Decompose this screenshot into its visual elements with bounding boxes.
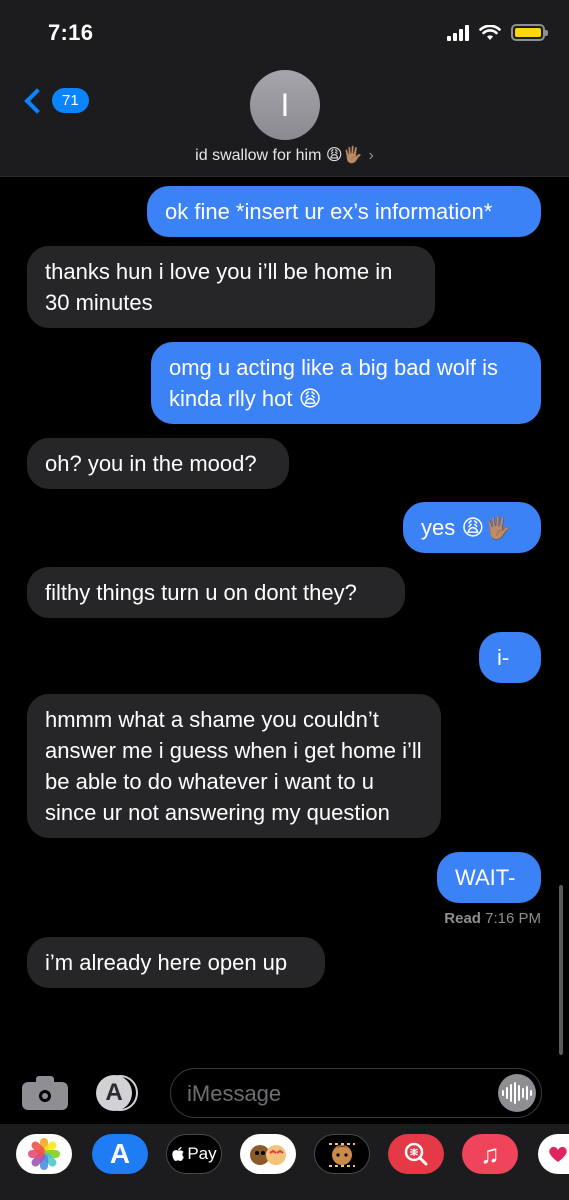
status-time: 7:16 — [48, 20, 94, 45]
apple-logo-icon — [172, 1147, 185, 1161]
unread-count-badge: 71 — [52, 88, 89, 113]
animoji-app-icon[interactable] — [314, 1134, 370, 1174]
app-store-app-icon[interactable]: A — [92, 1134, 148, 1174]
battery-icon — [511, 24, 548, 41]
conversation-header: 7:16 71 I id swallow for him 😩🖐🏽 › — [0, 0, 569, 177]
wifi-icon — [479, 24, 501, 40]
imessage-field[interactable] — [170, 1068, 542, 1118]
camera-icon[interactable] — [22, 1076, 68, 1110]
scrollbar[interactable] — [559, 885, 563, 1055]
music-app-icon[interactable]: ♫ — [462, 1134, 518, 1174]
outgoing-message[interactable]: yes 😩🖐🏽 — [403, 502, 541, 553]
outgoing-message[interactable]: i- — [479, 632, 541, 683]
incoming-message[interactable]: i’m already here open up — [27, 937, 325, 988]
read-time: 7:16 PM — [485, 910, 541, 927]
photos-app-icon[interactable] — [16, 1134, 72, 1174]
incoming-message[interactable]: filthy things turn u on dont they? — [27, 567, 405, 618]
outgoing-message[interactable]: omg u acting like a big bad wolf is kind… — [151, 342, 541, 424]
contact-name: id swallow for him 😩🖐🏽 — [195, 147, 363, 164]
incoming-message[interactable]: thanks hun i love you i’ll be home in 30… — [27, 246, 435, 328]
status-icons — [447, 24, 548, 41]
apple-pay-label: Pay — [187, 1144, 217, 1163]
app-store-icon[interactable]: A — [96, 1073, 144, 1113]
digital-touch-app-icon[interactable] — [538, 1134, 569, 1174]
outgoing-message[interactable]: WAIT- — [437, 852, 541, 903]
incoming-message[interactable]: hmmm what a shame you couldn’t answer me… — [27, 694, 441, 838]
incoming-message[interactable]: oh? you in the mood? — [27, 438, 289, 489]
message-input[interactable] — [187, 1079, 487, 1109]
read-label: Read — [444, 910, 481, 927]
back-button[interactable]: 71 — [20, 87, 89, 114]
contact-name-button[interactable]: id swallow for him 😩🖐🏽 › — [0, 145, 569, 165]
cellular-signal-icon — [447, 24, 469, 41]
apple-pay-app-icon[interactable]: Pay — [166, 1134, 222, 1174]
images-search-app-icon[interactable] — [388, 1134, 444, 1174]
outgoing-message[interactable]: ok fine *insert ur ex’s information* — [147, 186, 541, 237]
chevron-left-icon — [24, 87, 50, 114]
avatar-initial: I — [280, 86, 290, 123]
memoji-stickers-app-icon[interactable] — [240, 1134, 296, 1174]
read-receipt: Read 7:16 PM — [444, 910, 541, 927]
app-drawer: A Pay ♫ — [0, 1124, 569, 1200]
compose-bar: A — [0, 1060, 569, 1120]
contact-avatar[interactable]: I — [250, 70, 320, 140]
chevron-right-icon: › — [368, 147, 374, 164]
audio-waveform-icon[interactable] — [498, 1074, 536, 1112]
